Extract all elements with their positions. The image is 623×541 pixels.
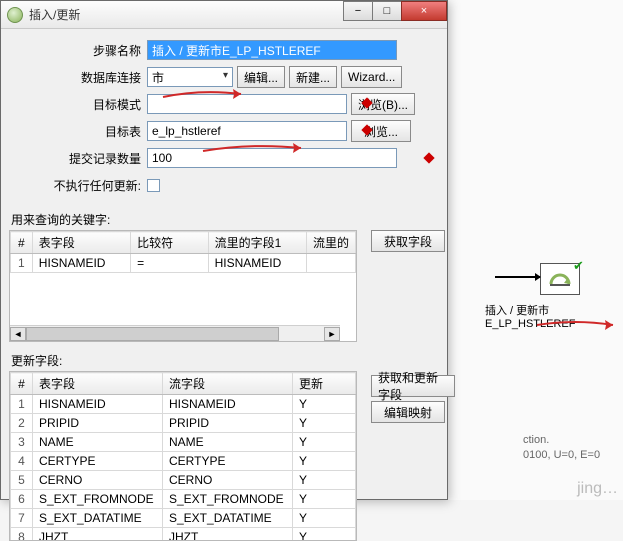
check-icon: ✔ [573,258,584,274]
step-name-input[interactable]: 插入 / 更新市E_LP_HSTLEREF [147,40,397,60]
status-text-2: 0100, U=0, E=0 [523,449,600,461]
get-update-fields-button[interactable]: 获取和更新字段 [371,375,455,397]
col-num[interactable]: # [11,373,33,395]
update-fields-label: 更新字段: [1,348,447,371]
status-text-1: ction. [523,434,549,446]
minimize-button[interactable]: − [343,1,373,21]
table-row[interactable]: 2PRIPIDPRIPIDY [11,414,356,433]
table-row[interactable]: 7S_EXT_DATATIMES_EXT_DATATIMEY [11,509,356,528]
target-table-input[interactable]: e_lp_hstleref [147,121,347,141]
new-connection-button[interactable]: 新建... [289,66,337,88]
node-label: 插入 / 更新市E_LP_HSTLEREF [485,302,623,330]
table-row[interactable]: 1HISNAMEID=HISNAMEID [11,254,356,273]
window-title: 插入/更新 [29,6,80,23]
edit-mapping-button[interactable]: 编辑映射 [371,401,445,423]
table-row[interactable]: 4CERTYPECERTYPEY [11,452,356,471]
wizard-button[interactable]: Wizard... [341,66,402,88]
scroll-right-icon[interactable]: ► [324,327,340,341]
maximize-button[interactable]: □ [372,1,402,21]
close-button[interactable]: × [401,1,447,21]
insert-update-dialog: 插入/更新 − □ × 步骤名称 插入 / 更新市E_LP_HSTLEREF 数… [0,0,448,500]
browse-table-button[interactable]: 浏览... [351,120,411,142]
titlebar[interactable]: 插入/更新 − □ × [1,1,447,29]
col-stream2[interactable]: 流里的 [306,232,355,254]
table-row[interactable]: 8JHZTJHZTY [11,528,356,541]
update-fields-table[interactable]: # 表字段 流字段 更新 1HISNAMEIDHISNAMEIDY2PRIPID… [9,371,357,541]
canvas-backdrop: ✔ 插入 / 更新市E_LP_HSTLEREF ction. 0100, U=0… [445,0,623,500]
target-table-label: 目标表 [11,123,147,140]
target-schema-label: 目标模式 [11,96,147,113]
watermark: jing… [577,480,618,498]
col-update[interactable]: 更新 [293,373,356,395]
col-num[interactable]: # [11,232,33,254]
no-update-label: 不执行任何更新: [11,177,147,194]
col-field[interactable]: 表字段 [32,232,130,254]
table-row[interactable]: 3NAMENAMEY [11,433,356,452]
get-fields-button[interactable]: 获取字段 [371,230,445,252]
col-field[interactable]: 表字段 [33,373,163,395]
col-stream1[interactable]: 流里的字段1 [208,232,306,254]
target-schema-input[interactable] [147,94,347,114]
hop-arrow [495,276,540,278]
variable-indicator-icon [423,152,434,163]
browse-schema-button[interactable]: 浏览(B)... [351,93,415,115]
table-row[interactable]: 5CERNOCERNOY [11,471,356,490]
horizontal-scrollbar[interactable]: ◄ ► [10,325,340,341]
app-icon [7,7,23,23]
col-op[interactable]: 比较符 [131,232,208,254]
col-stream[interactable]: 流字段 [163,373,293,395]
table-row[interactable]: 1HISNAMEIDHISNAMEIDY [11,395,356,414]
scroll-left-icon[interactable]: ◄ [10,327,26,341]
table-row[interactable]: 6S_EXT_FROMNODES_EXT_FROMNODEY [11,490,356,509]
connection-label: 数据库连接 [11,69,147,86]
no-update-checkbox[interactable] [147,179,160,192]
edit-connection-button[interactable]: 编辑... [237,66,285,88]
query-keys-table[interactable]: # 表字段 比较符 流里的字段1 流里的 1HISNAMEID=HISNAMEI… [9,230,357,342]
commit-size-label: 提交记录数量 [11,150,147,167]
connection-combo[interactable]: 市 [147,67,233,87]
step-name-label: 步骤名称 [11,42,147,59]
query-keys-label: 用来查询的关键字: [1,207,447,230]
commit-size-input[interactable]: 100 [147,148,397,168]
